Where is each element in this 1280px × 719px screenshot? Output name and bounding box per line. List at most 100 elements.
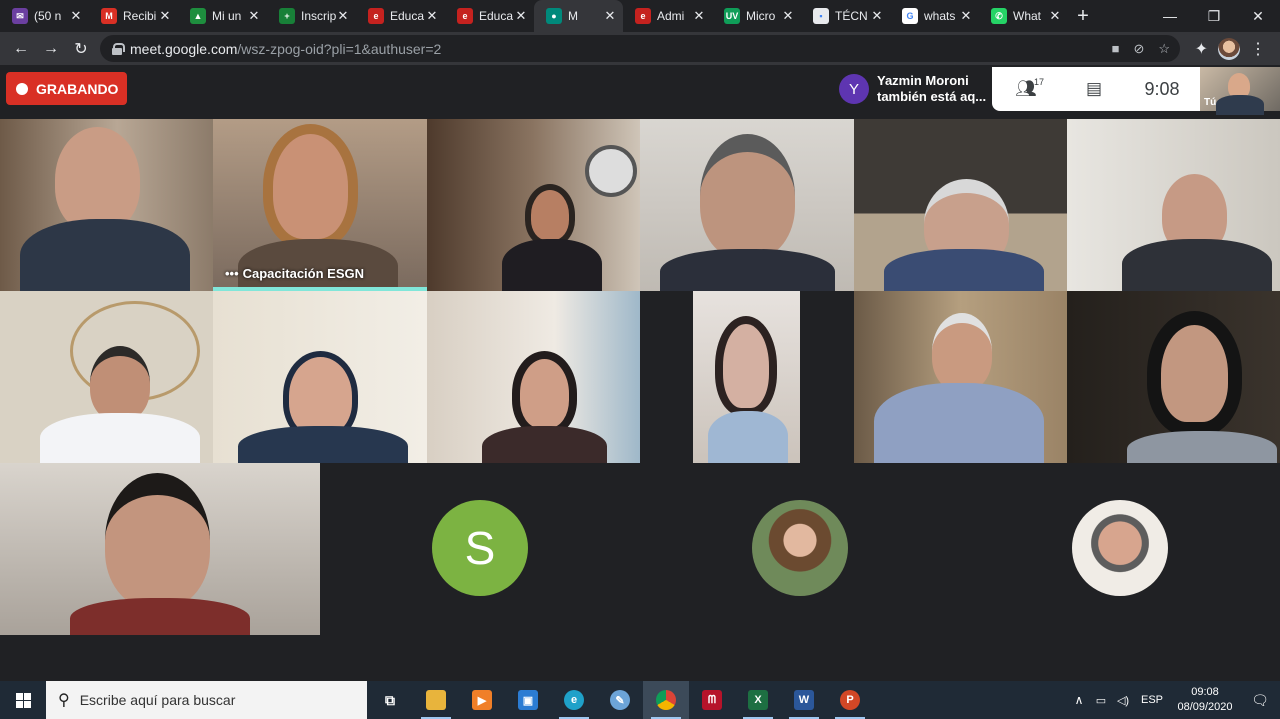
minimize-icon[interactable]: — xyxy=(1148,0,1192,32)
tab-close-icon[interactable]: ✕ xyxy=(158,8,172,24)
participant-tile[interactable] xyxy=(0,119,213,291)
tab-favicon-icon: e xyxy=(635,8,651,24)
back-icon[interactable]: ← xyxy=(6,34,36,64)
edge-icon[interactable]: e xyxy=(551,681,597,719)
browser-tab[interactable]: ▲ Mi un ✕ xyxy=(178,0,267,32)
powerpoint-icon[interactable]: P xyxy=(827,681,873,719)
participant-avatar-photo[interactable] xyxy=(1072,500,1168,596)
browser-tab[interactable]: ▪ TÉCN ✕ xyxy=(801,0,890,32)
forward-icon[interactable]: → xyxy=(36,34,66,64)
browser-toolbar: ← → ↻ meet.google.com /wsz-zpog-oid?pli=… xyxy=(0,32,1280,65)
notification-name: Yazmin Moroni xyxy=(877,73,969,88)
chevron-up-icon[interactable]: ∧ xyxy=(1068,693,1090,707)
tab-favicon-icon: UV xyxy=(724,8,740,24)
participant-avatar-s[interactable]: S xyxy=(432,500,528,596)
eye-off-icon[interactable]: ⊘ xyxy=(1133,41,1144,57)
tab-close-icon[interactable]: ✕ xyxy=(692,8,706,24)
participant-face xyxy=(55,127,140,232)
participant-face xyxy=(105,473,210,608)
participant-tile[interactable] xyxy=(427,119,640,291)
browser-tab[interactable]: UV Micro ✕ xyxy=(712,0,801,32)
browser-tab[interactable]: e Educa ✕ xyxy=(445,0,534,32)
paint-icon[interactable]: ✎ xyxy=(597,681,643,719)
tab-favicon-icon: e xyxy=(457,8,473,24)
meet-stage: GRABANDO Y Yazmin Moroni también está aq… xyxy=(0,65,1280,681)
new-tab-button[interactable]: + xyxy=(1068,0,1098,32)
excel-icon[interactable]: X xyxy=(735,681,781,719)
menu-icon[interactable]: ⋮ xyxy=(1250,39,1266,59)
task-view-icon[interactable]: ⧉ xyxy=(367,681,413,719)
tab-title: Mi un xyxy=(212,9,242,23)
file-explorer-icon[interactable] xyxy=(413,681,459,719)
participant-tile[interactable] xyxy=(0,291,213,463)
chrome-icon[interactable] xyxy=(643,681,689,719)
participant-tile[interactable] xyxy=(0,463,320,635)
participant-tile[interactable] xyxy=(1067,291,1280,463)
tab-close-icon[interactable]: ✕ xyxy=(1048,8,1062,24)
tab-title: M xyxy=(568,9,578,23)
notifications-icon[interactable]: 🗨︎ xyxy=(1240,692,1280,709)
taskbar-clock[interactable]: 09:08 08/09/2020 xyxy=(1170,685,1240,715)
participant-avatar-photo[interactable] xyxy=(752,500,848,596)
language-indicator[interactable]: ESP xyxy=(1134,694,1170,706)
participant-tile[interactable] xyxy=(854,291,1067,463)
start-button[interactable] xyxy=(0,681,46,719)
wall-clock-icon xyxy=(585,145,637,197)
tab-close-icon[interactable]: ✕ xyxy=(781,8,795,24)
maximize-icon[interactable]: ❐ xyxy=(1192,0,1236,32)
close-window-icon[interactable]: ✕ xyxy=(1236,0,1280,32)
tab-close-icon[interactable]: ✕ xyxy=(514,8,528,24)
participant-tile[interactable] xyxy=(854,119,1067,291)
tab-close-icon[interactable]: ✕ xyxy=(425,8,439,24)
browser-tab[interactable]: e Admi ✕ xyxy=(623,0,712,32)
browser-tab[interactable]: + Inscrip ✕ xyxy=(267,0,356,32)
participant-body xyxy=(70,598,250,635)
participants-button[interactable]: 👥︎ 17 xyxy=(992,67,1060,111)
tab-favicon-icon: ● xyxy=(546,8,562,24)
participant-tile[interactable] xyxy=(427,291,640,463)
speaker-name: Capacitación ESGN xyxy=(242,266,364,281)
self-view-tile[interactable]: Tú xyxy=(1200,67,1280,115)
tab-close-icon[interactable]: ✕ xyxy=(603,8,617,24)
tab-favicon-icon: e xyxy=(368,8,384,24)
browser-tab[interactable]: ✉ (50 n ✕ xyxy=(0,0,89,32)
browser-tab[interactable]: ✆ What ✕ xyxy=(979,0,1068,32)
extensions-icon[interactable]: ✦ xyxy=(1195,39,1208,59)
chat-icon: ▤ xyxy=(1085,79,1103,98)
participant-tile[interactable] xyxy=(1067,119,1280,291)
participant-tile[interactable] xyxy=(213,291,427,463)
participant-face xyxy=(263,124,358,249)
browser-tab[interactable]: M Recibi ✕ xyxy=(89,0,178,32)
tab-favicon-icon: M xyxy=(101,8,117,24)
tab-favicon-icon: G xyxy=(902,8,918,24)
tab-close-icon[interactable]: ✕ xyxy=(870,8,884,24)
star-icon[interactable]: ☆ xyxy=(1158,41,1170,57)
participant-body xyxy=(660,249,835,291)
browser-tab[interactable]: Gwhats ✕ xyxy=(890,0,979,32)
tab-close-icon[interactable]: ✕ xyxy=(247,8,261,24)
volume-icon[interactable]: ◁) xyxy=(1112,694,1134,707)
participant-tile-speaking[interactable]: ••• Capacitación ESGN xyxy=(213,119,427,291)
tab-close-icon[interactable]: ✕ xyxy=(69,8,83,24)
mendeley-icon[interactable]: ᗰ xyxy=(689,681,735,719)
participant-face xyxy=(700,134,795,259)
word-icon[interactable]: W xyxy=(781,681,827,719)
tab-close-icon[interactable]: ✕ xyxy=(336,8,350,24)
profile-avatar[interactable] xyxy=(1218,37,1240,60)
camera-icon[interactable]: ■ xyxy=(1112,41,1120,56)
join-notification: Y Yazmin Moroni también está aq... xyxy=(832,67,992,111)
address-bar[interactable]: meet.google.com /wsz-zpog-oid?pli=1&auth… xyxy=(100,35,1180,62)
browser-tab[interactable]: e Educa ✕ xyxy=(356,0,445,32)
reload-icon[interactable]: ↻ xyxy=(66,34,96,64)
chat-button[interactable]: ▤ xyxy=(1060,67,1128,111)
participant-face xyxy=(932,313,992,391)
taskbar-search[interactable]: ⚲ Escribe aquí para buscar xyxy=(46,681,367,719)
tab-close-icon[interactable]: ✕ xyxy=(959,8,973,24)
participant-tile[interactable] xyxy=(693,291,800,463)
tab-title: Inscrip xyxy=(301,9,336,23)
browser-tab[interactable]: ● M ✕ xyxy=(534,0,623,32)
battery-icon[interactable]: ▭ xyxy=(1090,694,1112,707)
photos-icon[interactable]: ▣ xyxy=(505,681,551,719)
media-player-icon[interactable]: ▶ xyxy=(459,681,505,719)
participant-tile[interactable] xyxy=(640,119,854,291)
